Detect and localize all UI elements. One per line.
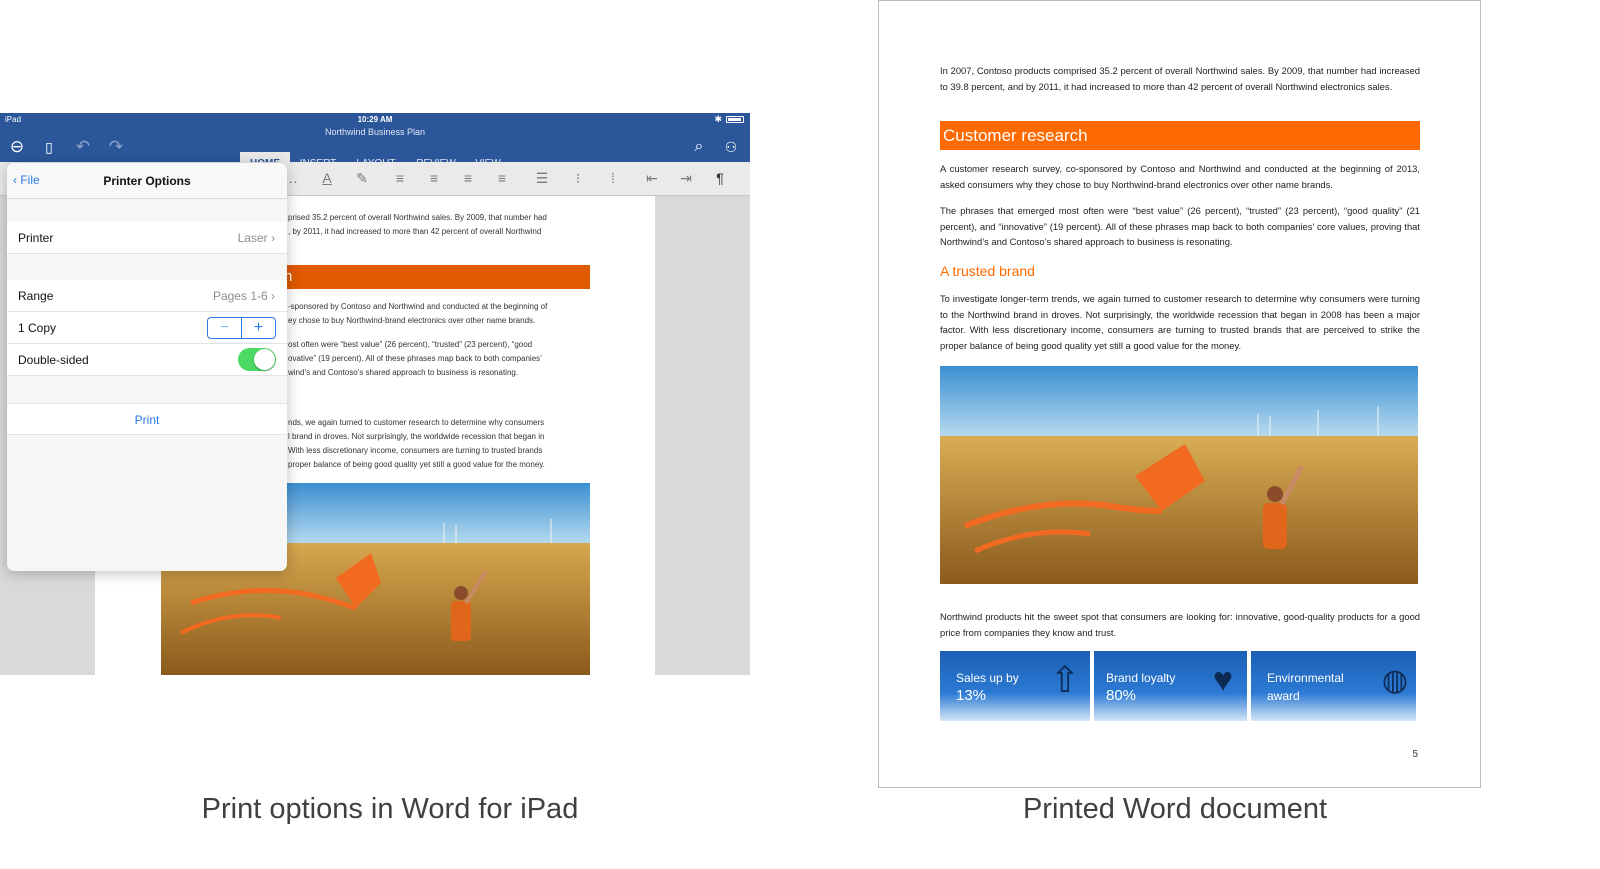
share-person-icon[interactable]: ⚇	[720, 136, 742, 158]
double-sided-toggle[interactable]	[238, 348, 276, 371]
printed-page: In 2007, Contoso products comprised 35.2…	[878, 0, 1481, 788]
infographic-tile-environment: Environmental award ◍	[1251, 651, 1416, 721]
page-line: ost often were “best value” (26 percent)…	[288, 340, 533, 349]
increment-button[interactable]: +	[242, 318, 275, 338]
page-line: nds, we again turned to customer researc…	[288, 418, 545, 427]
tile-text: Environmental award	[1267, 671, 1344, 703]
numbering-icon[interactable]: ⁞	[603, 170, 623, 186]
paragraph: In 2007, Contoso products comprised 35.2…	[940, 65, 1420, 92]
page-line: ey chose to buy Northwind-brand electron…	[288, 316, 536, 325]
caption-right: Printed Word document	[1022, 793, 1328, 825]
search-icon[interactable]: ⌕	[688, 136, 710, 158]
chevron-right-icon: ›	[271, 231, 275, 245]
double-sided-row: Double-sided	[7, 344, 287, 376]
printer-options-popover: ‹ File Printer Options Printer Laser › R…	[7, 163, 287, 571]
page-line: ovative” (19 percent). All of these phra…	[288, 354, 542, 363]
copies-row: 1 Copy − +	[7, 312, 287, 344]
status-bar: iPad 10:29 AM ✱	[0, 113, 750, 127]
heading-trusted-brand: A trusted brand	[940, 263, 1035, 279]
bullets-icon[interactable]: ⁝	[568, 170, 588, 187]
tile-text: Brand loyalty 80%	[1106, 671, 1176, 704]
justify-icon[interactable]: ≡	[492, 170, 512, 186]
page-number: 5	[1412, 749, 1418, 760]
status-time: 10:29 AM	[357, 115, 393, 124]
heart-icon: ♥	[1212, 661, 1233, 699]
infographic-tile-loyalty: Brand loyalty 80% ♥	[1094, 651, 1247, 721]
align-right-icon[interactable]: ≡	[458, 170, 478, 186]
paragraph: To investigate longer-term trends, we ag…	[940, 293, 1420, 351]
paragraph: Northwind products hit the sweet spot th…	[940, 611, 1420, 638]
heading-customer-research: Customer research	[940, 121, 1420, 150]
page-line: With less discretionary income, consumer…	[288, 446, 543, 455]
globe-icon: ◍	[1381, 664, 1408, 697]
page-margin-area	[655, 196, 750, 675]
align-left-icon[interactable]: ≡	[390, 170, 410, 186]
popover-header: ‹ File Printer Options	[7, 163, 287, 199]
increase-indent-icon[interactable]: ⇥	[676, 170, 696, 187]
undo-icon[interactable]: ↶	[72, 136, 94, 158]
page-line: proper balance of being good quality yet…	[288, 460, 545, 469]
caption-left: Print options in Word for iPad	[201, 793, 579, 825]
decrease-indent-icon[interactable]: ⇤	[642, 170, 662, 187]
printer-value: Laser ›	[237, 231, 275, 245]
page-line: prised 35.2 percent of overall Northwind…	[288, 213, 547, 222]
line-spacing-icon[interactable]: ☰	[532, 170, 552, 187]
redo-icon[interactable]: ↷	[105, 136, 127, 158]
copies-stepper[interactable]: − +	[207, 317, 276, 339]
paragraph: The phrases that emerged most often were…	[940, 205, 1420, 248]
highlight-icon[interactable]: ✎	[352, 170, 372, 187]
kite-photo	[940, 366, 1418, 584]
print-button[interactable]: Print	[7, 403, 287, 435]
popover-title: Printer Options	[103, 174, 191, 188]
range-value: Pages 1-6 ›	[212, 289, 275, 303]
printer-label: Printer	[18, 231, 54, 245]
infographic-tile-sales: Sales up by 13% ⇧	[940, 651, 1090, 721]
page-line: , by 2011, it had increased to more than…	[288, 227, 542, 236]
dollar-arrow-icon: ⇧	[1049, 659, 1080, 700]
file-icon[interactable]: ▯	[38, 136, 60, 158]
battery-icon	[726, 116, 744, 123]
printer-row[interactable]: Printer Laser ›	[7, 222, 287, 254]
heading-bar: h	[280, 265, 590, 289]
align-center-icon[interactable]: ≡	[424, 170, 444, 186]
page-line: wind’s and Contoso’s shared approach to …	[288, 368, 519, 377]
copies-label: 1 Copy	[18, 321, 57, 335]
decrement-button[interactable]: −	[208, 318, 242, 338]
range-label: Range	[18, 289, 54, 303]
back-arrow-icon[interactable]: ⊖	[6, 136, 28, 158]
page-line: -sponsored by Contoso and Northwind and …	[288, 302, 548, 311]
font-color-icon[interactable]: A	[317, 170, 337, 186]
bluetooth-icon: ✱	[714, 114, 722, 124]
tile-text: Sales up by 13%	[956, 671, 1019, 704]
range-row[interactable]: Range Pages 1-6 ›	[7, 280, 287, 312]
ipad-screenshot: iPad 10:29 AM ✱ Northwind Business Plan …	[0, 113, 750, 675]
pilcrow-icon[interactable]: ¶	[710, 170, 730, 186]
title-bar: Northwind Business Plan ⊖ ▯ ↶ ↷ HOME INS…	[0, 127, 750, 176]
page-line: l brand in droves. Not surprisingly, the…	[288, 432, 545, 441]
double-sided-label: Double-sided	[18, 353, 89, 367]
paragraph: A customer research survey, co-sponsored…	[940, 163, 1420, 190]
chevron-right-icon: ›	[271, 289, 275, 303]
